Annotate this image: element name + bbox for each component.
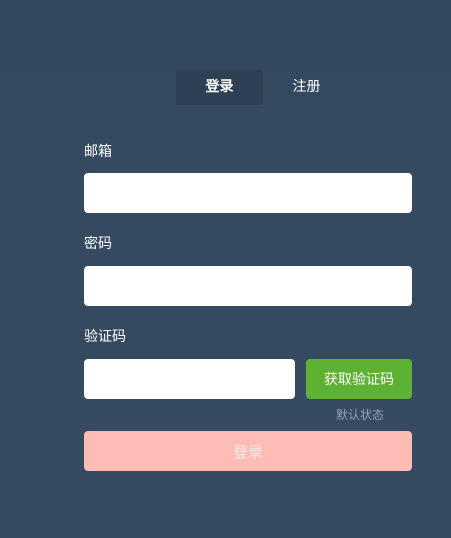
- status-text: 默认状态: [335, 408, 384, 422]
- login-submit-button[interactable]: 登录: [84, 431, 412, 471]
- email-input[interactable]: [84, 173, 412, 213]
- auth-tabs: 登录 注册: [176, 70, 350, 105]
- get-code-button[interactable]: 获取验证码: [306, 359, 412, 399]
- tab-register[interactable]: 注册: [263, 70, 350, 105]
- email-label: 邮箱: [84, 144, 112, 160]
- verification-code-input[interactable]: [84, 359, 295, 399]
- tab-login[interactable]: 登录: [176, 70, 263, 105]
- password-input[interactable]: [84, 266, 412, 306]
- password-label: 密码: [84, 236, 112, 252]
- login-page: 登录 注册 邮箱 密码 验证码 获取验证码 默认状态 登录: [0, 0, 451, 538]
- code-label: 验证码: [84, 329, 126, 345]
